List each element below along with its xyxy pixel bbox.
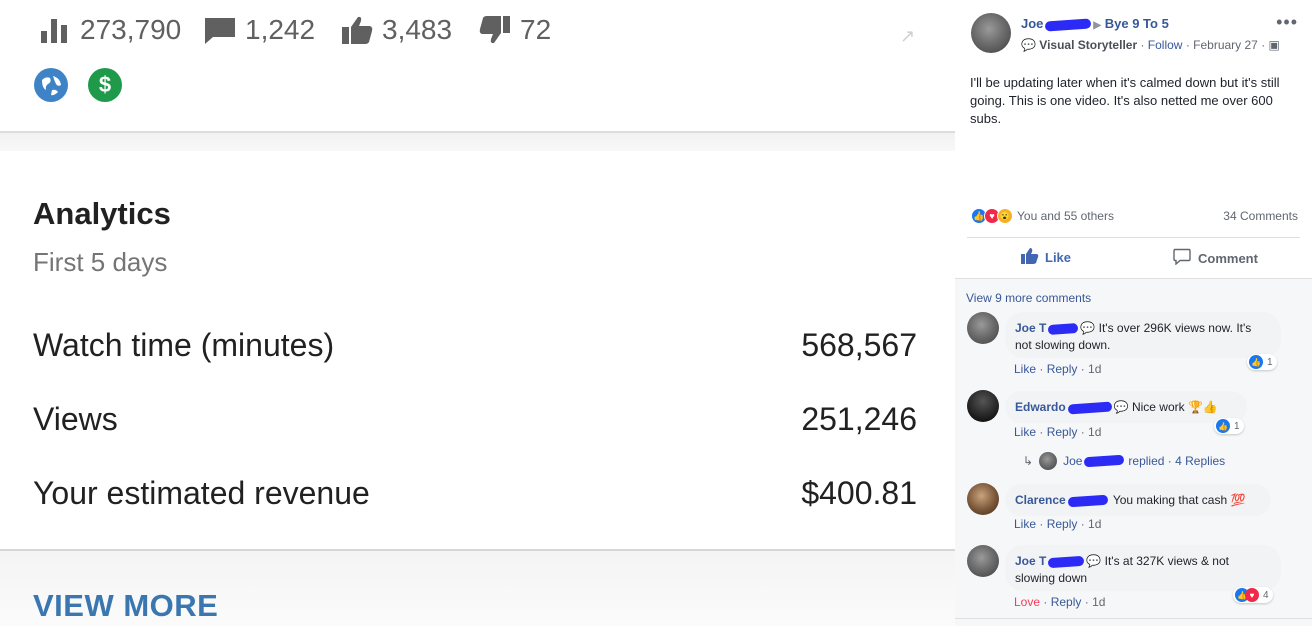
thumbs-down-icon bbox=[478, 15, 512, 45]
comment-bubble: Edwardo 💬 Nice work 🏆👍 bbox=[1005, 391, 1247, 423]
analytics-title: Analytics bbox=[33, 196, 171, 231]
post-date[interactable]: February 27 bbox=[1193, 38, 1258, 52]
comment-bubble: Joe T 💬 It's over 296K views now. It's no… bbox=[1005, 312, 1281, 358]
love-reaction-icon: ♥ bbox=[1245, 588, 1259, 602]
comment-text: You making that cash 💯 bbox=[1112, 493, 1246, 507]
badge-label: Visual Storyteller bbox=[1039, 38, 1138, 52]
comment-actions: Love · Reply · 1d bbox=[1014, 595, 1106, 609]
avatar[interactable] bbox=[971, 13, 1011, 53]
comment-time[interactable]: 1d bbox=[1092, 595, 1105, 609]
redaction-scribble bbox=[1067, 401, 1112, 415]
comment-text: It's at 327K views & not slowing down bbox=[1015, 554, 1229, 585]
arrow-right-icon: ▶ bbox=[1093, 20, 1102, 31]
likes-stat[interactable]: 3,483 bbox=[340, 12, 452, 48]
video-stats-bar: Fi Today's Bye 273,790 1,242 3,483 72 bbox=[0, 0, 955, 132]
dislikes-count: 72 bbox=[520, 14, 552, 45]
thumbs-up-icon bbox=[1021, 248, 1039, 267]
avatar bbox=[1039, 452, 1058, 470]
group-name[interactable]: Bye 9 To 5 bbox=[1105, 16, 1169, 31]
watch-time-label: Watch time (minutes) bbox=[33, 327, 335, 363]
views-value: 251,246 bbox=[801, 401, 917, 437]
comment-button[interactable]: Comment bbox=[1173, 248, 1258, 268]
comments-count-link[interactable]: 34 Comments bbox=[1223, 209, 1298, 223]
comment-icon bbox=[1173, 248, 1191, 268]
commenter-name[interactable]: Joe T bbox=[1015, 554, 1046, 568]
youtube-analytics-panel: Fi Today's Bye 273,790 1,242 3,483 72 bbox=[0, 0, 955, 626]
revenue-label: Your estimated revenue bbox=[33, 475, 370, 511]
speech-bubble-icon: 💬 bbox=[1021, 38, 1036, 52]
redaction-scribble bbox=[1084, 454, 1125, 468]
watch-time-value: 568,567 bbox=[801, 327, 917, 363]
comment-text: Nice work 🏆👍 bbox=[1131, 400, 1218, 414]
view-more-button[interactable]: VIEW MORE bbox=[33, 588, 218, 624]
divider bbox=[967, 237, 1300, 238]
thumbs-up-icon bbox=[340, 15, 374, 45]
globe-icon bbox=[34, 68, 68, 102]
like-button[interactable]: Like bbox=[1021, 248, 1071, 267]
avatar[interactable] bbox=[967, 390, 999, 422]
comment-bubble: Clarence You making that cash 💯 bbox=[1005, 484, 1271, 516]
more-options-icon[interactable]: ••• bbox=[1276, 12, 1298, 33]
dollar-icon: $ bbox=[88, 68, 122, 102]
avatar[interactable] bbox=[967, 312, 999, 344]
reply-arrow-icon: ↳ bbox=[1023, 454, 1034, 468]
reaction-summary[interactable]: 👍 ♥ 😮 You and 55 others bbox=[971, 208, 1114, 224]
comment-reply-link[interactable]: Reply bbox=[1047, 425, 1078, 439]
comment-reply-link[interactable]: Reply bbox=[1047, 517, 1078, 531]
bar-chart-icon bbox=[38, 15, 72, 45]
comment-icon bbox=[203, 15, 237, 45]
post-meta: 💬 Visual Storyteller · Follow · February… bbox=[1021, 38, 1280, 52]
expand-icon[interactable]: ↗ bbox=[900, 26, 915, 47]
analytics-subtitle: First 5 days bbox=[33, 247, 168, 277]
like-reaction-icon: 👍 bbox=[1249, 355, 1263, 369]
likes-count: 3,483 bbox=[382, 14, 453, 45]
reaction-text: You and 55 others bbox=[1017, 209, 1114, 223]
commenter-name[interactable]: Edwardo bbox=[1015, 400, 1066, 414]
comment-like-link[interactable]: Like bbox=[1014, 425, 1036, 439]
comment-reply-link[interactable]: Reply bbox=[1051, 595, 1082, 609]
redaction-scribble bbox=[1067, 494, 1109, 508]
ghost-text: Fi bbox=[18, 26, 33, 46]
avatar[interactable] bbox=[967, 483, 999, 515]
post-text: I'll be updating later when it's calmed … bbox=[970, 75, 1280, 126]
comment-reactions[interactable]: 👍 ♥ 4 bbox=[1233, 587, 1273, 603]
comment-like-link[interactable]: Like bbox=[1014, 362, 1036, 376]
wow-reaction-icon: 😮 bbox=[997, 208, 1013, 224]
comment-reply-link[interactable]: Reply bbox=[1047, 362, 1078, 376]
view-more-comments-link[interactable]: View 9 more comments bbox=[966, 291, 1091, 305]
comment-love-link[interactable]: Love bbox=[1014, 595, 1040, 609]
comment-actions: Like · Reply · 1d bbox=[1014, 362, 1102, 376]
comment-reactions[interactable]: 👍 1 bbox=[1214, 418, 1244, 434]
dislikes-stat[interactable]: 72 bbox=[478, 12, 551, 48]
redaction-scribble bbox=[1048, 322, 1079, 335]
commenter-name[interactable]: Clarence bbox=[1015, 493, 1066, 507]
privacy-icon: ▣ bbox=[1268, 38, 1280, 52]
avatar[interactable] bbox=[967, 545, 999, 577]
comment-bubble: Joe T 💬 It's at 327K views & not slowing … bbox=[1005, 545, 1281, 591]
analytics-card: Analytics First 5 days Watch time (minut… bbox=[0, 151, 955, 549]
comment-reactions[interactable]: 👍 1 bbox=[1247, 354, 1277, 370]
revenue-value: $400.81 bbox=[801, 475, 917, 511]
follow-link[interactable]: Follow bbox=[1148, 38, 1183, 52]
views-stat: 273,790 bbox=[38, 12, 181, 48]
like-reaction-icon: 👍 bbox=[1216, 419, 1230, 433]
views-label: Views bbox=[33, 401, 118, 437]
comment-time[interactable]: 1d bbox=[1088, 425, 1101, 439]
commenter-name[interactable]: Joe T bbox=[1015, 321, 1046, 335]
comment-actions: Like · Reply · 1d bbox=[1014, 425, 1102, 439]
redaction-scribble bbox=[1048, 555, 1085, 569]
comment-actions: Like · Reply · 1d bbox=[1014, 517, 1102, 531]
comment-time[interactable]: 1d bbox=[1088, 362, 1101, 376]
redaction-scribble bbox=[1045, 17, 1092, 32]
comment-time[interactable]: 1d bbox=[1088, 517, 1101, 531]
comment-like-link[interactable]: Like bbox=[1014, 517, 1036, 531]
replies-link[interactable]: ↳ Joe replied · 4 Replies bbox=[1023, 452, 1225, 470]
comments-stat: 1,242 bbox=[203, 12, 315, 48]
comments-count: 1,242 bbox=[245, 14, 316, 45]
views-count: 273,790 bbox=[80, 14, 182, 45]
post-author[interactable]: Joe ▶ Bye 9 To 5 bbox=[1021, 16, 1169, 32]
facebook-post: Joe ▶ Bye 9 To 5 💬 Visual Storyteller · F… bbox=[955, 0, 1312, 626]
